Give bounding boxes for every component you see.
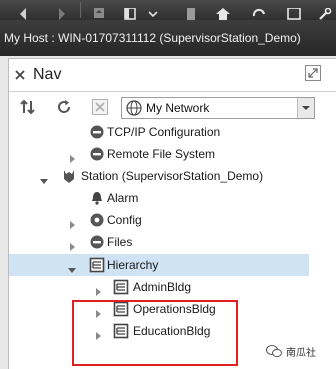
maximize-icon[interactable] (305, 65, 321, 81)
host-path-label: My Host : WIN-01707311112 (SupervisorSta… (4, 31, 301, 45)
tree-scrollbar-area (309, 125, 336, 369)
tree-item-label: Hierarchy (107, 258, 159, 272)
collapse-arrow-icon[interactable] (39, 171, 49, 184)
tree-item-label: Alarm (107, 191, 139, 205)
expand-arrow-icon[interactable] (67, 237, 77, 251)
nav-toolbar: My Network (9, 92, 336, 124)
refresh-icon[interactable] (248, 0, 270, 20)
close-icon[interactable] (14, 68, 26, 80)
globe-icon (126, 100, 142, 116)
tree-item-alarm[interactable]: Alarm (9, 187, 309, 209)
tree-item-hierarchy[interactable]: Hierarchy (9, 254, 309, 276)
up-level-icon[interactable] (88, 0, 110, 20)
tree-item-label: OperationsBldg (133, 302, 216, 316)
forward-arrow-icon[interactable] (50, 0, 72, 20)
tree-item-label: TCP/IP Configuration (107, 125, 221, 139)
toolbar-separator (80, 2, 81, 18)
tree-item-label: Station (SupervisorStation_Demo) (81, 169, 264, 183)
hierarchy-icon (113, 323, 129, 339)
main-toolbar (0, 0, 336, 20)
network-select[interactable]: My Network (121, 97, 315, 119)
nav-panel: Nav My Network TCP/IP Configuration Remo… (8, 58, 336, 369)
tree-item-station[interactable]: Station (SupervisorStation_Demo) (9, 165, 309, 187)
drive-icon (89, 234, 105, 250)
tree-item-label: Config (107, 213, 142, 227)
watermark-text: 南瓜社 (286, 347, 316, 359)
tree-item-label: AdminBldg (133, 280, 192, 294)
tree-item-educationbldg[interactable]: EducationBldg (9, 320, 309, 342)
chat-bubble-icon (266, 345, 282, 358)
tree-item-operationsbldg[interactable]: OperationsBldg (9, 298, 309, 320)
hierarchy-icon (113, 279, 129, 295)
expand-arrow-icon[interactable] (67, 215, 77, 229)
network-select-value: My Network (146, 101, 210, 115)
nav-tree: TCP/IP Configuration Remote File System (9, 125, 336, 369)
hierarchy-icon (89, 257, 105, 273)
expand-arrow-icon[interactable] (93, 304, 103, 318)
tree-item-adminbldg[interactable]: AdminBldg (9, 276, 309, 298)
remote-file-system-icon (89, 146, 105, 162)
tree-item-label: Files (107, 235, 133, 249)
close-icon[interactable] (91, 98, 109, 116)
tree-item-label: EducationBldg (133, 324, 211, 338)
back-arrow-icon[interactable] (14, 0, 36, 20)
tree-item-tcpip-configuration[interactable]: TCP/IP Configuration (9, 125, 309, 143)
tools-icon[interactable] (316, 0, 334, 20)
workbench-window: My Host : WIN-01707311112 (SupervisorSta… (0, 0, 336, 369)
watermark: 南瓜社 (266, 342, 316, 360)
tree-item-remote-file-system[interactable]: Remote File System (9, 143, 309, 165)
expand-arrow-icon[interactable] (93, 326, 103, 340)
tree-item-config[interactable]: Config (9, 209, 309, 231)
tree-item-label: Remote File System (107, 147, 216, 161)
spy-icon[interactable] (284, 0, 306, 20)
host-path-bar[interactable]: My Host : WIN-01707311112 (SupervisorSta… (0, 20, 336, 56)
chevron-down-icon[interactable] (297, 98, 314, 118)
tree-item-files[interactable]: Files (9, 231, 309, 253)
gear-icon (89, 212, 105, 228)
hierarchy-icon (113, 301, 129, 317)
nav-title: Nav (33, 66, 62, 83)
tcpip-icon (89, 125, 105, 140)
sort-arrows-icon[interactable] (19, 98, 37, 116)
view-menu-icon[interactable] (120, 0, 142, 20)
bell-icon (89, 190, 105, 206)
bookmark-icon[interactable] (180, 0, 202, 20)
collapse-arrow-icon[interactable] (67, 260, 77, 273)
view-dropdown-icon[interactable] (146, 0, 160, 20)
station-icon (61, 168, 77, 184)
refresh-icon[interactable] (55, 98, 73, 116)
home-icon[interactable] (212, 0, 234, 20)
expand-arrow-icon[interactable] (67, 149, 77, 163)
nav-panel-header: Nav (9, 59, 336, 92)
expand-arrow-icon[interactable] (93, 282, 103, 296)
